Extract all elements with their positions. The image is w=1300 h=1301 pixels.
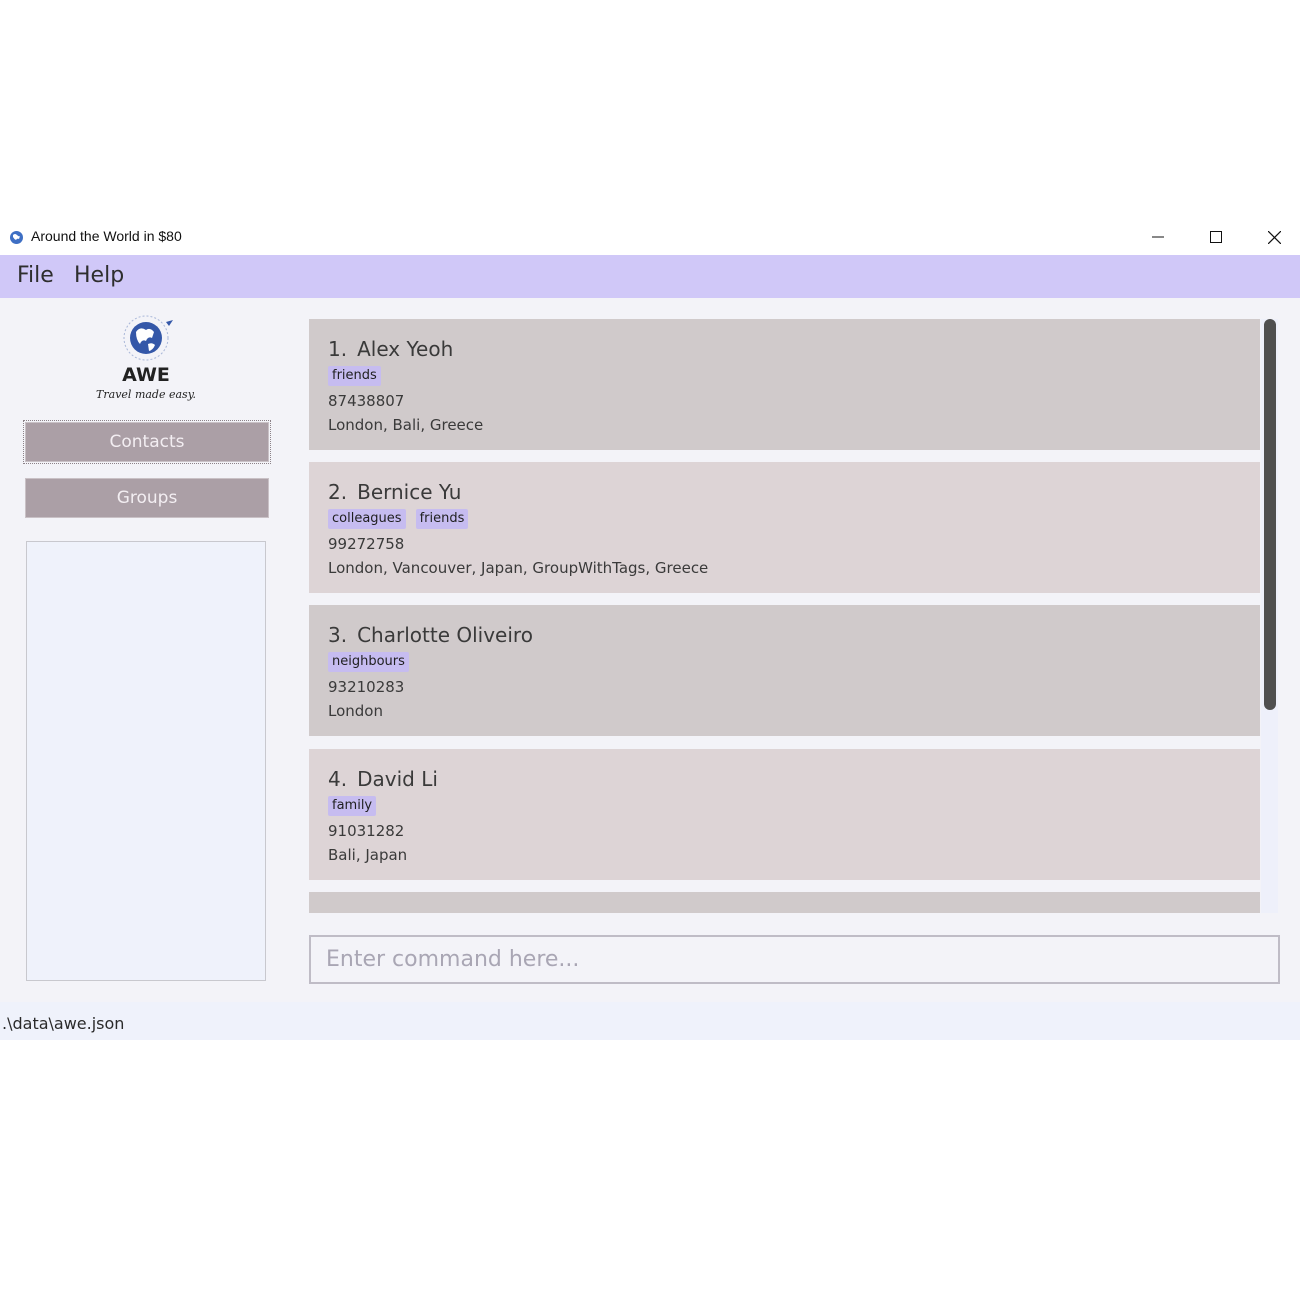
menu-bar: File Help <box>0 255 1300 298</box>
tag: neighbours <box>328 652 409 672</box>
title-bar: Around the World in $80 <box>0 219 1300 255</box>
close-icon <box>1267 230 1281 244</box>
app-window: Around the World in $80 File Help AWE Tr… <box>0 219 1300 1040</box>
contact-places: London, Vancouver, Japan, GroupWithTags,… <box>328 559 709 577</box>
status-bar: .\data\awe.json <box>0 1002 1300 1040</box>
contact-card[interactable]: 3. Charlotte Oliveiro neighbours 93210283… <box>309 605 1260 736</box>
contact-places: London, Bali, Greece <box>328 416 484 434</box>
tag: friends <box>328 366 381 386</box>
contact-card-partial[interactable] <box>309 892 1260 913</box>
side-panel <box>26 541 266 981</box>
logo-text: AWE <box>122 364 170 386</box>
main-panel: 1. Alex Yeoh friends 87438807 London, Bal… <box>295 298 1300 1002</box>
contact-name: Alex Yeoh <box>357 337 454 361</box>
contact-name: Bernice Yu <box>357 480 462 504</box>
menu-help[interactable]: Help <box>74 263 124 288</box>
close-button[interactable] <box>1245 219 1300 255</box>
contact-card[interactable]: 4. David Li family 91031282 Bali, Japan <box>309 749 1260 880</box>
contact-index: 4. <box>328 767 348 791</box>
scrollbar-thumb[interactable] <box>1264 319 1276 710</box>
tag: friends <box>415 509 469 529</box>
sidebar: AWE Travel made easy. Contacts Groups <box>0 298 295 1002</box>
globe-app-icon <box>10 231 23 244</box>
maximize-button[interactable] <box>1187 219 1245 255</box>
maximize-icon <box>1210 231 1222 243</box>
logo-tagline: Travel made easy. <box>96 388 196 401</box>
contact-index: 3. <box>328 623 348 647</box>
contact-name-line: 2. Bernice Yu <box>328 480 461 504</box>
tag-list: colleagues friends <box>328 509 469 529</box>
contact-name: David Li <box>357 767 438 791</box>
contacts-button[interactable]: Contacts <box>23 420 271 464</box>
contact-places: London <box>328 702 383 720</box>
contact-index: 1. <box>328 337 348 361</box>
command-input[interactable]: Enter command here... <box>309 935 1280 984</box>
contact-phone: 91031282 <box>328 822 405 840</box>
tag-list: friends <box>328 366 381 386</box>
minimize-button[interactable] <box>1129 219 1187 255</box>
groups-button[interactable]: Groups <box>25 478 269 518</box>
tag: family <box>328 796 377 816</box>
contact-name: Charlotte Oliveiro <box>357 623 533 647</box>
contact-name-line: 3. Charlotte Oliveiro <box>328 623 533 647</box>
contact-list[interactable]: 1. Alex Yeoh friends 87438807 London, Bal… <box>309 319 1260 913</box>
tag-list: family <box>328 796 377 816</box>
contact-phone: 99272758 <box>328 535 405 553</box>
list-scrollbar[interactable] <box>1261 319 1278 913</box>
tag: colleagues <box>328 509 406 529</box>
contact-name-line: 1. Alex Yeoh <box>328 337 453 361</box>
contact-phone: 93210283 <box>328 678 405 696</box>
awe-logo: AWE Travel made easy. <box>96 315 196 401</box>
save-location: .\data\awe.json <box>2 1014 125 1033</box>
contact-card[interactable]: 1. Alex Yeoh friends 87438807 London, Bal… <box>309 319 1260 450</box>
contact-index: 2. <box>328 480 348 504</box>
contact-name-line: 4. David Li <box>328 767 438 791</box>
minimize-icon <box>1152 236 1164 238</box>
tag-list: neighbours <box>328 652 409 672</box>
menu-file[interactable]: File <box>17 263 54 288</box>
contact-places: Bali, Japan <box>328 846 408 864</box>
contact-phone: 87438807 <box>328 392 405 410</box>
window-title: Around the World in $80 <box>31 228 182 244</box>
contact-card[interactable]: 2. Bernice Yu colleagues friends 99272758… <box>309 462 1260 593</box>
